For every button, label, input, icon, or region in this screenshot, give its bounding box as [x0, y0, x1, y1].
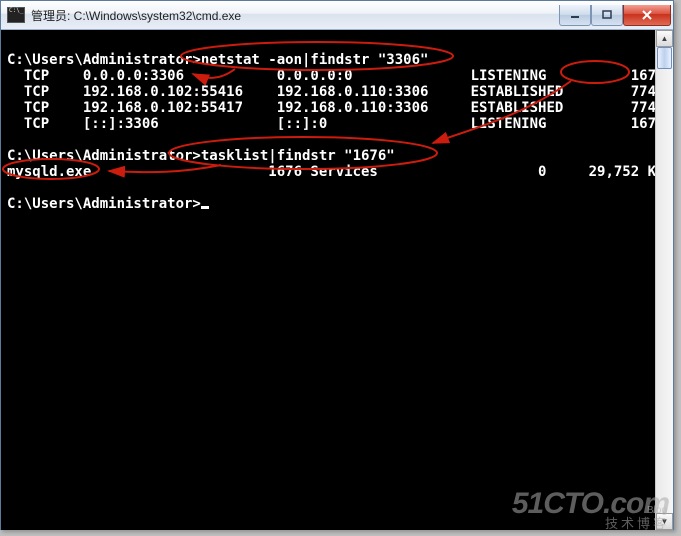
minimize-button[interactable]: [559, 5, 591, 26]
scroll-up-button[interactable]: ▲: [656, 30, 673, 47]
client-area: C:\Users\Administrator>netstat -aon|find…: [1, 30, 673, 530]
maximize-button[interactable]: [591, 5, 623, 26]
cmd-icon: [7, 7, 25, 23]
close-button[interactable]: [623, 5, 671, 26]
window-buttons: [559, 5, 671, 25]
scroll-down-button[interactable]: ▼: [656, 513, 673, 530]
cursor: [201, 206, 209, 209]
titlebar[interactable]: 管理员: C:\Windows\system32\cmd.exe: [1, 1, 673, 30]
scrollbar-track[interactable]: ▲ ▼: [655, 30, 673, 530]
window-title: 管理员: C:\Windows\system32\cmd.exe: [31, 7, 559, 24]
terminal-output[interactable]: C:\Users\Administrator>netstat -aon|find…: [1, 30, 656, 530]
scroll-thumb[interactable]: [657, 47, 672, 69]
cmd-window: 管理员: C:\Windows\system32\cmd.exe C:\User…: [0, 0, 674, 530]
